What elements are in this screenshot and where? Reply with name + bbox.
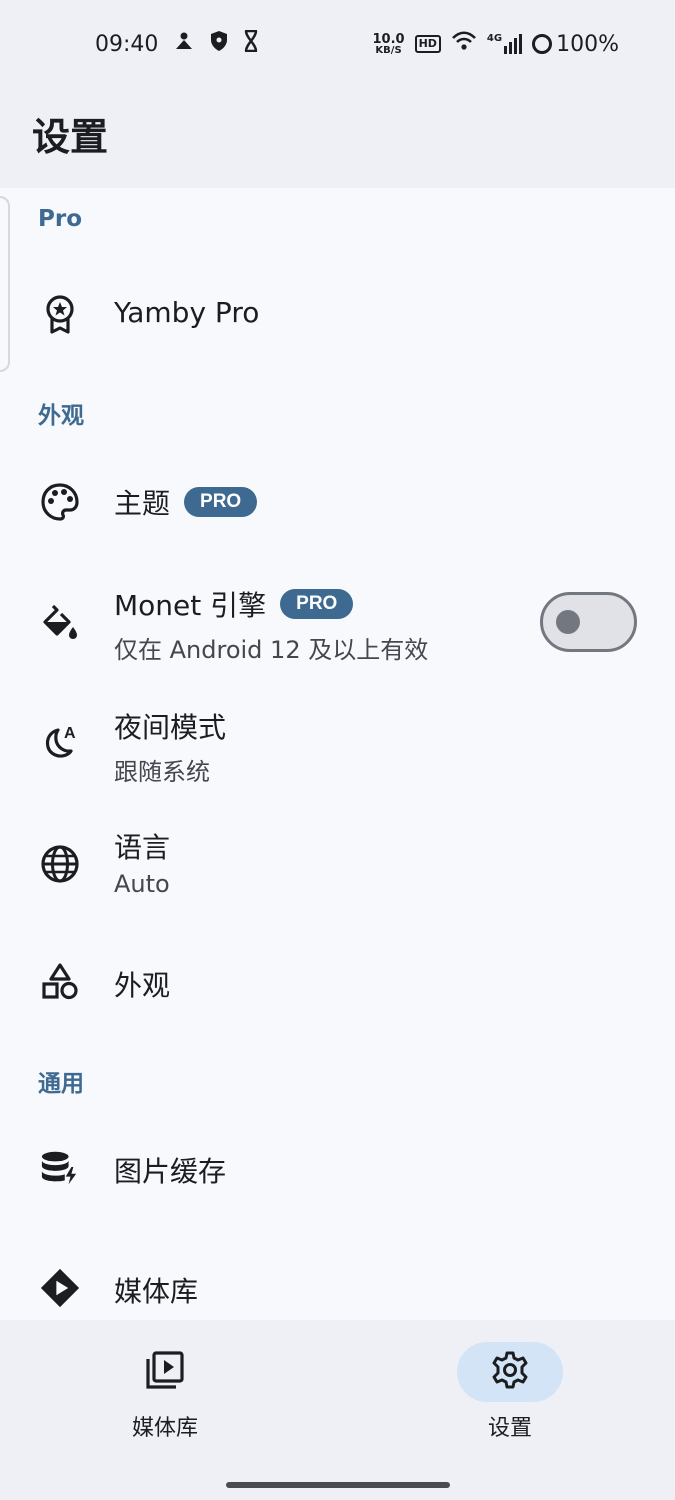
- status-left: 09:40: [95, 28, 258, 60]
- section-header-general: 通用: [38, 1071, 84, 1097]
- setting-title: Monet 引擎 PRO: [114, 584, 354, 624]
- setting-title: 图片缓存: [114, 1150, 226, 1190]
- setting-title-text: 外观: [114, 969, 171, 1002]
- setting-monet-engine[interactable]: Monet 引擎 PRO 仅在 Android 12 及以上有效: [0, 570, 675, 680]
- battery-icon: [532, 34, 553, 54]
- page-title: 设置: [32, 115, 109, 159]
- net-speed-unit: KB/S: [375, 44, 402, 56]
- wifi-icon: [451, 31, 477, 57]
- globe-icon: [40, 844, 80, 884]
- hd-badge: HD: [414, 35, 441, 53]
- setting-image-cache[interactable]: 图片缓存: [0, 1124, 675, 1214]
- setting-appearance[interactable]: 外观: [0, 938, 675, 1028]
- status-time: 09:40: [95, 31, 159, 57]
- setting-subtitle: Auto: [114, 870, 170, 898]
- night-mode-auto-icon: A: [40, 722, 80, 762]
- pro-badge: PRO: [184, 487, 258, 517]
- setting-title: 夜间模式: [114, 706, 226, 746]
- shapes-icon: [40, 962, 80, 1002]
- hourglass-icon: [244, 29, 258, 58]
- status-bar: 09:40 10.0 KB/S HD 4G 100%: [0, 0, 675, 88]
- nav-item-settings[interactable]: 设置: [433, 1342, 593, 1452]
- setting-title: 外观: [114, 964, 170, 1004]
- setting-media-library[interactable]: 媒体库: [0, 1242, 675, 1320]
- nav-label: 媒体库: [131, 1416, 198, 1441]
- setting-title-text: 媒体库: [114, 1275, 199, 1308]
- section-header-pro: Pro: [38, 206, 83, 232]
- setting-theme[interactable]: 主题 PRO: [0, 458, 675, 546]
- setting-language[interactable]: 语言 Auto: [0, 814, 675, 924]
- setting-night-mode[interactable]: A 夜间模式 跟随系统: [0, 692, 675, 802]
- setting-title-text: Yamby Pro: [114, 296, 260, 329]
- person-icon: [174, 31, 194, 57]
- setting-title-text: Monet 引擎: [114, 589, 267, 622]
- setting-yamby-pro[interactable]: Yamby Pro: [0, 270, 675, 358]
- setting-title-text: 语言: [114, 831, 171, 864]
- gesture-bar[interactable]: [226, 1482, 450, 1488]
- monet-toggle[interactable]: [540, 592, 637, 652]
- nav-pill-active: [457, 1342, 563, 1402]
- battery-level: 100%: [556, 31, 619, 57]
- nav-label: 设置: [487, 1416, 532, 1441]
- app-bar: 设置: [0, 88, 675, 188]
- award-icon: [40, 294, 80, 334]
- setting-title-text: 主题: [114, 487, 171, 520]
- network-type: 4G: [486, 33, 503, 44]
- media-diamond-icon: [40, 1268, 80, 1308]
- setting-title-text: 夜间模式: [114, 711, 227, 744]
- setting-subtitle: 跟随系统: [114, 758, 210, 786]
- toggle-knob: [556, 610, 580, 634]
- signal-icon: 4G: [486, 33, 523, 54]
- setting-title: 语言: [114, 826, 170, 866]
- nav-item-media-library[interactable]: 媒体库: [88, 1342, 248, 1452]
- svg-text:A: A: [64, 725, 76, 742]
- bottom-navigation: 媒体库 设置: [0, 1320, 675, 1500]
- setting-title-text: 图片缓存: [114, 1155, 227, 1188]
- setting-title: Yamby Pro: [114, 296, 259, 329]
- section-header-appearance: 外观: [38, 403, 84, 429]
- battery: 100%: [532, 32, 619, 57]
- setting-title: 主题 PRO: [114, 482, 258, 522]
- setting-subtitle: 仅在 Android 12 及以上有效: [114, 636, 429, 664]
- status-right: 10.0 KB/S HD 4G 100%: [373, 28, 619, 60]
- pro-badge: PRO: [280, 589, 354, 619]
- nav-pill: [112, 1342, 218, 1402]
- settings-list[interactable]: Pro Yamby Pro 外观 主题 PRO Monet 引擎 PRO 仅在 …: [0, 188, 675, 1320]
- net-speed: 10.0 KB/S: [373, 33, 405, 56]
- shield-icon: [210, 30, 228, 58]
- database-bolt-icon: [40, 1148, 80, 1188]
- palette-icon: [40, 482, 80, 522]
- format-paint-icon: [40, 603, 80, 643]
- gear-icon: [490, 1350, 530, 1394]
- video-library-icon: [145, 1350, 185, 1394]
- net-speed-value: 10.0: [372, 31, 405, 47]
- setting-title: 媒体库: [114, 1270, 198, 1310]
